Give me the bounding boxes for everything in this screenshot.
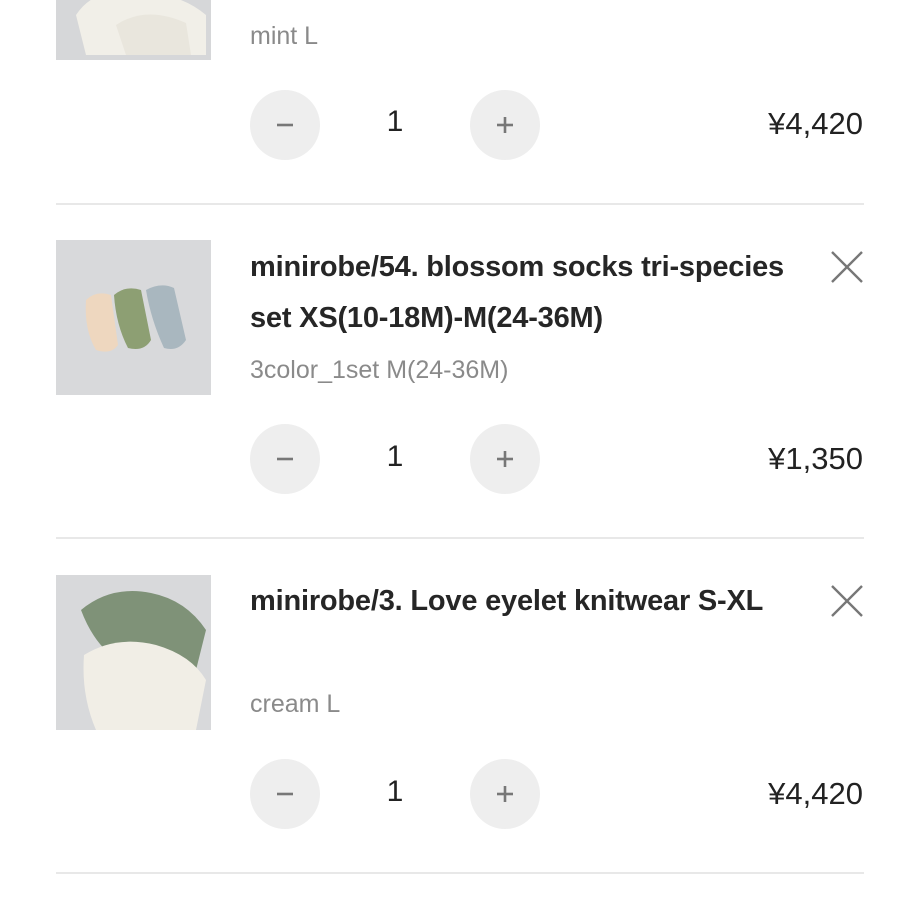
increase-quantity-button[interactable] (470, 90, 540, 160)
item-title[interactable]: minirobe/3. Love eyelet knitwear S-XL (250, 576, 790, 627)
increase-quantity-button[interactable] (470, 759, 540, 829)
product-image[interactable] (56, 0, 211, 60)
item-price: ¥4,420 (768, 106, 863, 141)
decrease-quantity-button[interactable] (250, 424, 320, 494)
plus-icon (497, 786, 513, 802)
quantity-value: 1 (386, 105, 404, 138)
close-icon (831, 585, 863, 617)
increase-quantity-button[interactable] (470, 424, 540, 494)
minus-icon (277, 457, 293, 461)
remove-item-button[interactable] (828, 582, 866, 620)
decrease-quantity-button[interactable] (250, 759, 320, 829)
close-icon (831, 251, 863, 283)
item-variant: 3color_1set M(24-36M) (250, 356, 509, 384)
minus-icon (277, 792, 293, 796)
decrease-quantity-button[interactable] (250, 90, 320, 160)
divider (56, 203, 864, 205)
minus-icon (277, 123, 293, 127)
quantity-value: 1 (386, 440, 404, 473)
remove-item-button[interactable] (828, 248, 866, 286)
item-variant: mint L (250, 22, 319, 50)
divider (56, 537, 864, 539)
item-variant: cream L (250, 690, 341, 718)
product-image[interactable] (56, 575, 211, 730)
item-title[interactable]: minirobe/54. blossom socks tri-species s… (250, 242, 790, 344)
divider (56, 872, 864, 874)
item-price: ¥1,350 (768, 441, 863, 476)
plus-icon (497, 117, 513, 133)
product-image[interactable] (56, 240, 211, 395)
quantity-value: 1 (386, 775, 404, 808)
item-price: ¥4,420 (768, 776, 863, 811)
plus-icon (497, 451, 513, 467)
